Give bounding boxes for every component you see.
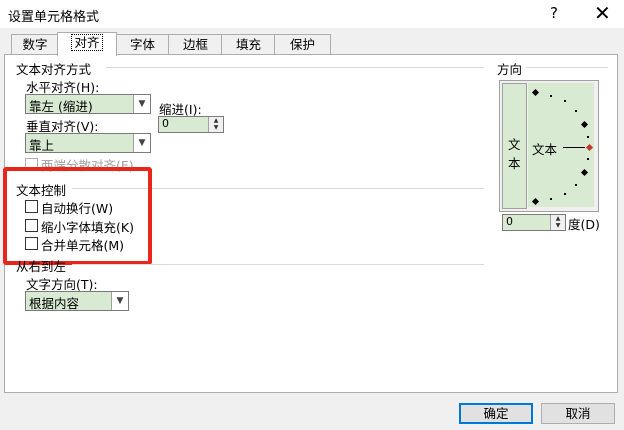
indent-spinner[interactable]: 0 ▲ ▼ — [158, 116, 224, 133]
dialog-title: 设置单元格格式 — [8, 10, 100, 25]
chevron-down-icon[interactable]: ▼ — [133, 95, 150, 113]
ok-button[interactable]: 确定 — [459, 403, 533, 424]
close-icon[interactable]: ✕ — [594, 1, 611, 25]
divider — [72, 264, 484, 265]
orientation-box: 文本 文本 — [499, 80, 599, 212]
help-icon[interactable]: ? — [550, 4, 558, 22]
orientation-group-title: 方向 — [497, 62, 523, 77]
chevron-down-icon[interactable]: ▼ — [111, 292, 128, 310]
tab-fill[interactable]: 填充 — [221, 34, 276, 55]
vertical-align-value: 靠上 — [29, 138, 55, 153]
text-direction-value: 根据内容 — [29, 296, 80, 311]
tab-border[interactable]: 边框 — [168, 34, 223, 55]
spin-arrows-icon[interactable]: ▲ ▼ — [550, 215, 565, 230]
spin-arrows-icon[interactable]: ▲ ▼ — [208, 117, 223, 132]
vertical-text-button[interactable]: 文本 — [502, 83, 527, 209]
tab-alignment[interactable]: 对齐 — [57, 32, 117, 56]
text-alignment-group-title: 文本对齐方式 — [16, 62, 92, 77]
cancel-button[interactable]: 取消 — [541, 403, 615, 424]
horizontal-align-select[interactable]: 靠左 (缩进) ▼ — [25, 94, 151, 114]
dial-marker — [531, 88, 540, 97]
degree-value: 0 — [506, 215, 513, 228]
tab-font[interactable]: 字体 — [115, 34, 170, 55]
dial-tick — [587, 136, 589, 138]
dial-marker — [531, 197, 540, 206]
dial-tick — [550, 198, 552, 200]
vertical-align-select[interactable]: 靠上 ▼ — [25, 133, 151, 153]
indent-value: 0 — [162, 117, 169, 130]
highlight-box — [3, 167, 152, 265]
orientation-dial[interactable]: 文本 — [528, 83, 594, 207]
format-cells-dialog: 设置单元格格式 ? ✕ 数字 对齐 字体 边框 填充 保护 文本对齐方式 水平对… — [0, 0, 624, 430]
degree-spinner[interactable]: 0 ▲ ▼ — [502, 214, 566, 231]
tab-number[interactable]: 数字 — [11, 34, 59, 55]
tab-protection[interactable]: 保护 — [274, 34, 331, 55]
dial-tick — [587, 158, 589, 160]
dial-tick — [575, 110, 577, 112]
divider — [526, 67, 608, 68]
dial-tick — [564, 193, 566, 195]
dial-marker — [580, 120, 589, 129]
dial-tick — [575, 184, 577, 186]
divider — [106, 67, 484, 68]
dial-tick — [550, 95, 552, 97]
dial-handle[interactable] — [585, 143, 594, 152]
rtl-group-title: 从右到左 — [16, 259, 67, 274]
text-direction-select[interactable]: 根据内容 ▼ — [25, 291, 129, 311]
dial-tick — [564, 100, 566, 102]
dial-pointer-line — [563, 147, 585, 148]
title-bar: 设置单元格格式 ? ✕ — [0, 0, 624, 28]
dial-text: 文本 — [532, 142, 558, 157]
degree-label: 度(D) — [568, 217, 600, 232]
chevron-down-icon[interactable]: ▼ — [133, 134, 150, 152]
horizontal-align-value: 靠左 (缩进) — [29, 99, 93, 114]
vertical-text-char-1: 文本 — [508, 137, 521, 171]
dial-marker — [580, 168, 589, 177]
